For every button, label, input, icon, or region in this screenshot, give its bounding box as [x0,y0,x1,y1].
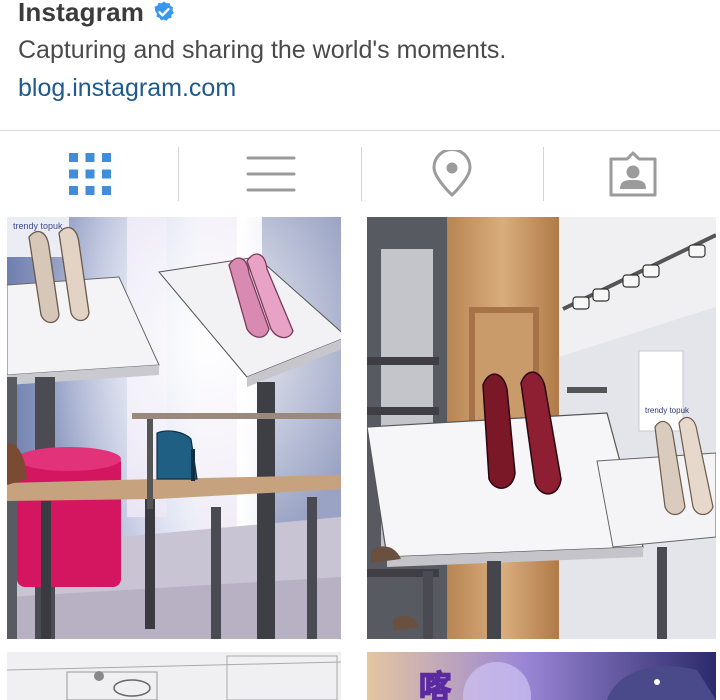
profile-tab-bar [0,131,720,217]
sketch-photo [7,652,341,700]
username: Instagram [18,0,145,27]
location-pin-icon [432,150,472,197]
tab-separator [178,147,179,201]
profile-bio: Capturing and sharing the world's moment… [18,36,507,64]
tab-grid[interactable] [0,131,180,217]
website-link[interactable]: blog.instagram.com [18,74,236,103]
post-thumbnail[interactable]: 喀 [367,652,716,700]
shoe-store-photo: trendy topuk [7,217,341,639]
tab-map[interactable] [362,131,542,217]
post-thumbnail[interactable]: trendy topuk [7,217,341,639]
photo-grid: trendy topuk trendy topuk 喀 [0,217,720,700]
comic-overlay-text: 喀 [419,668,451,700]
post-thumbnail[interactable]: trendy topuk [367,217,716,639]
grid-icon [69,153,111,195]
shoe-store-photo: trendy topuk [367,217,716,639]
verified-badge-icon [154,1,174,21]
store-sign-text: trendy topuk [13,221,63,231]
tab-list[interactable] [181,131,361,217]
username-row: Instagram [18,0,176,30]
comic-photo: 喀 [367,652,716,700]
tagged-person-icon [609,151,657,197]
list-icon [246,156,296,192]
instagram-profile-page: Instagram Capturing and sharing the worl… [0,0,720,700]
post-thumbnail[interactable] [7,652,341,700]
tab-tagged[interactable] [543,131,720,217]
store-sign-text: trendy topuk [645,406,690,415]
